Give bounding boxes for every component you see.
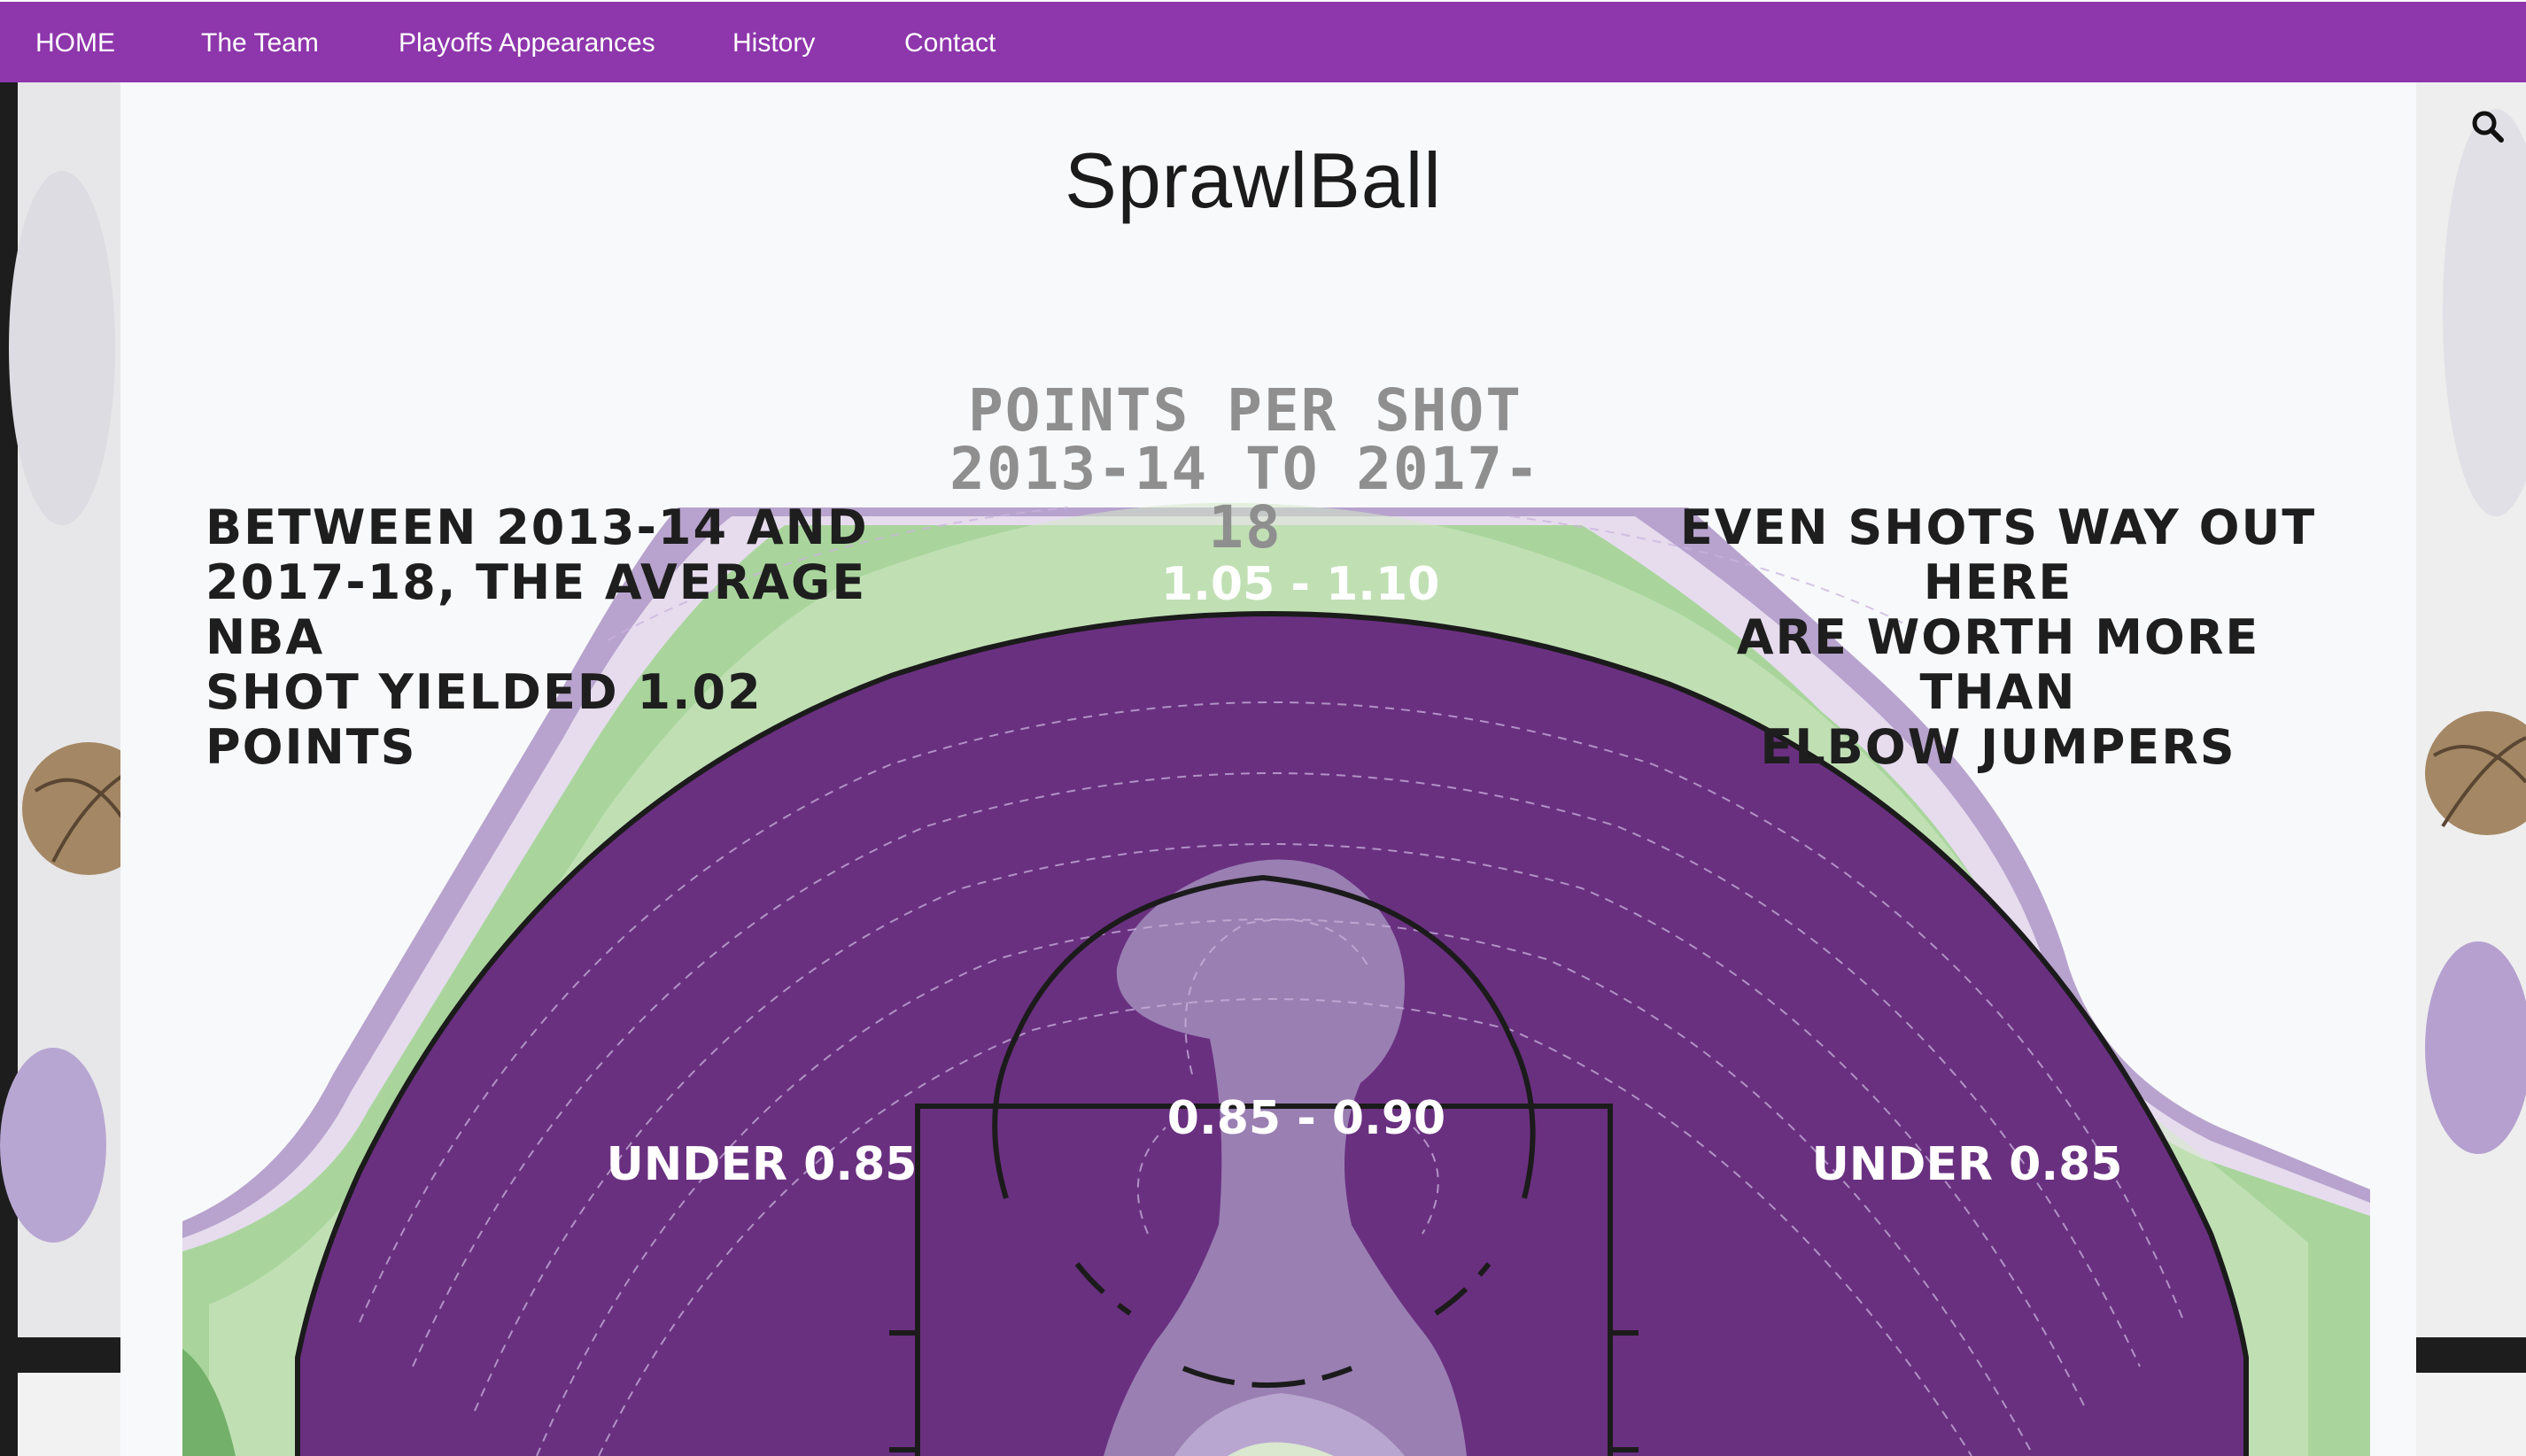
zone-label-paint: 0.85 - 0.90 bbox=[1166, 1092, 1446, 1145]
left-annotation: BETWEEN 2013-14 AND 2017-18, THE AVERAGE… bbox=[205, 500, 869, 775]
nav-item-playoffs-appearances[interactable]: Playoffs Appearances bbox=[399, 2, 655, 82]
zone-label-top-arc: 1.05 - 1.10 bbox=[1161, 558, 1440, 611]
search-button[interactable] bbox=[2469, 108, 2507, 145]
chart-title: POINTS PER SHOT 2013-14 TO 2017-18 bbox=[949, 376, 1541, 561]
zone-label-left-midrange: UNDER 0.85 bbox=[606, 1138, 918, 1191]
site-title[interactable]: SprawlBall bbox=[120, 136, 2386, 226]
points-per-shot-infographic: POINTS PER SHOT 2013-14 TO 2017-18 BETWE… bbox=[182, 348, 2370, 1456]
nav-item-contact[interactable]: Contact bbox=[904, 2, 996, 82]
nav-item-home[interactable]: HOME bbox=[35, 2, 115, 82]
left-background-photo bbox=[0, 82, 120, 1456]
zone-label-right-midrange: UNDER 0.85 bbox=[1811, 1138, 2123, 1191]
right-background-photo bbox=[2416, 82, 2526, 1456]
nav-item-the-team[interactable]: The Team bbox=[201, 2, 319, 82]
search-icon bbox=[2472, 111, 2504, 143]
right-annotation: EVEN SHOTS WAY OUT HERE ARE WORTH MORE T… bbox=[1679, 500, 2317, 775]
nav-item-history[interactable]: History bbox=[732, 2, 815, 82]
main-content: SprawlBall POINTS PER SHOT 2013-14 TO 20… bbox=[120, 82, 2416, 1456]
top-navigation: HOME The Team Playoffs Appearances Histo… bbox=[0, 0, 2526, 82]
